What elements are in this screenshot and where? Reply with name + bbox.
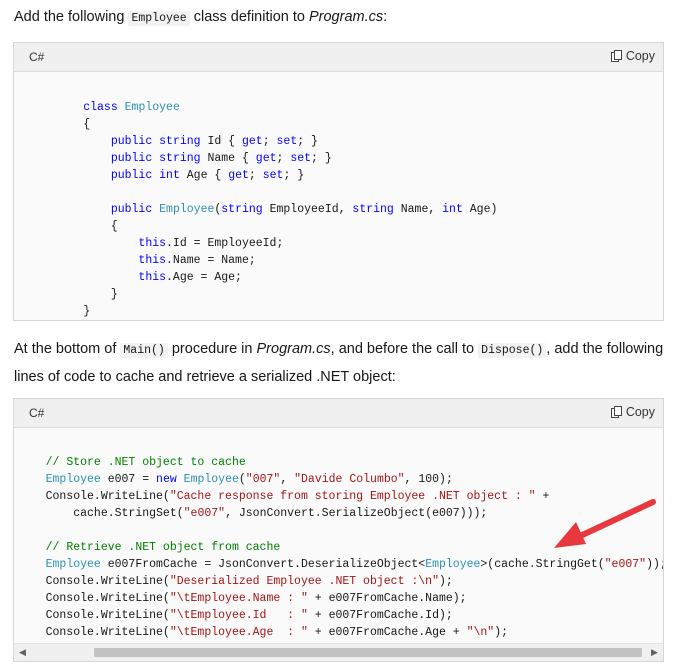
- code-block-header: C# Copy: [14, 399, 663, 428]
- code-line: Console.WriteLine("\tEmployee.Age : " + …: [18, 626, 509, 639]
- middle-part4: , add the following: [546, 341, 664, 357]
- middle-file: Program.cs: [256, 341, 331, 357]
- intro-file: Program.cs: [308, 9, 384, 25]
- code-content: class Employee { public string Id { get;…: [14, 72, 663, 320]
- code-line: Employee e007 = new Employee("007", "Dav…: [45, 473, 453, 486]
- code-line: public string Id { get; set; }: [110, 135, 318, 148]
- copy-icon: [610, 405, 623, 419]
- code-line: }: [28, 288, 118, 301]
- intro-suffix: :: [383, 9, 388, 25]
- scroll-left-icon[interactable]: ◀: [14, 644, 31, 661]
- intro-paragraph: Add the following Employee class definit…: [14, 4, 387, 32]
- code-line: public string Name { get; set; }: [110, 152, 332, 165]
- scroll-right-icon[interactable]: ▶: [646, 644, 663, 661]
- middle-part3: , and before the call to: [330, 341, 475, 357]
- code-line: // Store .NET object to cache: [45, 456, 246, 469]
- inline-code-dispose: Dispose(): [478, 343, 547, 358]
- code-line: this.Age = Age;: [138, 271, 242, 284]
- code-line: class Employee: [83, 101, 180, 114]
- middle-part1: At the bottom of: [14, 341, 117, 357]
- code-line: Console.WriteLine("\tEmployee.Id : " + e…: [18, 609, 453, 622]
- code-line: {: [28, 118, 91, 131]
- code-line: this.Id = EmployeeId;: [138, 237, 284, 250]
- scrollbar-thumb[interactable]: [94, 648, 642, 657]
- code-line: public int Age { get; set; }: [110, 169, 305, 182]
- code-block-employee-class: C# Copy class Employee { public string I…: [13, 42, 664, 321]
- middle-paragraph: At the bottom of Main() procedure in Pro…: [14, 336, 664, 390]
- code-line: Console.WriteLine("Deserialized Employee…: [18, 575, 453, 588]
- code-line: }: [28, 305, 91, 318]
- middle-line2: lines of code to cache and retrieve a se…: [14, 369, 396, 385]
- code-line: public Employee(string EmployeeId, strin…: [110, 203, 498, 216]
- copy-label: Copy: [625, 405, 655, 419]
- inline-code-employee: Employee: [128, 11, 190, 26]
- annotation-arrow: [554, 499, 656, 548]
- inline-code-main: Main(): [120, 343, 168, 358]
- copy-button[interactable]: Copy: [610, 49, 655, 63]
- code-line: this.Name = Name;: [138, 254, 256, 267]
- copy-label: Copy: [625, 49, 655, 63]
- code-block-header: C# Copy: [14, 43, 663, 72]
- code-line: Console.WriteLine("\tEmployee.Name : " +…: [18, 592, 467, 605]
- middle-part2: procedure in: [171, 341, 253, 357]
- code-language-label: C#: [29, 50, 45, 64]
- horizontal-scrollbar[interactable]: ◀ ▶: [14, 643, 663, 661]
- copy-button[interactable]: Copy: [610, 405, 655, 419]
- copy-icon: [610, 49, 623, 63]
- code-language-label: C#: [29, 406, 45, 420]
- code-line: {: [28, 220, 118, 233]
- intro-prefix: Add the following: [14, 9, 125, 25]
- intro-middle: class definition to: [193, 9, 305, 25]
